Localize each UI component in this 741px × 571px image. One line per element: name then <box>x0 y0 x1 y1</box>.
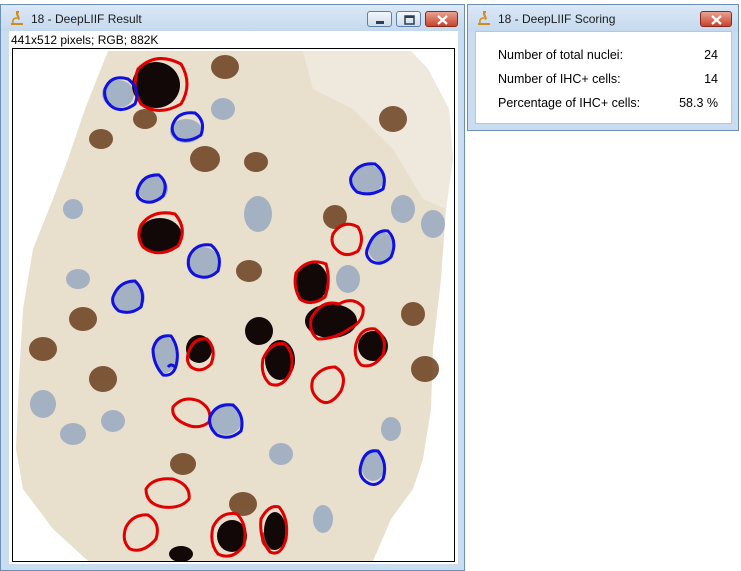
result-content: 441x512 pixels; RGB; 882K <box>9 31 458 564</box>
image-canvas[interactable] <box>12 48 455 562</box>
result-window: 18 - DeepLIIF Result 441x512 pixels; RGB… <box>0 4 465 571</box>
minimize-icon <box>376 21 384 24</box>
maximize-button[interactable] <box>396 11 421 27</box>
window-title: 18 - DeepLIIF Result <box>31 12 142 26</box>
score-label: Percentage of IHC+ cells: <box>498 96 641 110</box>
score-value: 58.3 % <box>679 96 718 110</box>
window-title: 18 - DeepLIIF Scoring <box>498 12 616 26</box>
score-value: 14 <box>704 72 718 86</box>
score-label: Number of IHC+ cells: <box>498 72 621 86</box>
minimize-button[interactable] <box>367 11 392 27</box>
microscope-icon <box>478 11 490 25</box>
score-label: Number of total nuclei: <box>498 48 624 62</box>
microscope-icon <box>11 11 23 25</box>
scoring-window: 18 - DeepLIIF Scoring Number of total nu… <box>467 4 739 131</box>
result-titlebar[interactable]: 18 - DeepLIIF Result <box>1 5 464 31</box>
close-icon <box>711 15 722 25</box>
close-icon <box>437 15 448 25</box>
scoring-content: Number of total nuclei: 24 Number of IHC… <box>475 31 732 124</box>
scoring-titlebar[interactable]: 18 - DeepLIIF Scoring <box>468 5 738 31</box>
close-button[interactable] <box>700 11 732 27</box>
score-value: 24 <box>704 48 718 62</box>
image-info: 441x512 pixels; RGB; 882K <box>11 33 159 47</box>
close-button[interactable] <box>425 11 458 27</box>
maximize-icon <box>404 15 415 25</box>
ihc-image <box>16 51 453 561</box>
